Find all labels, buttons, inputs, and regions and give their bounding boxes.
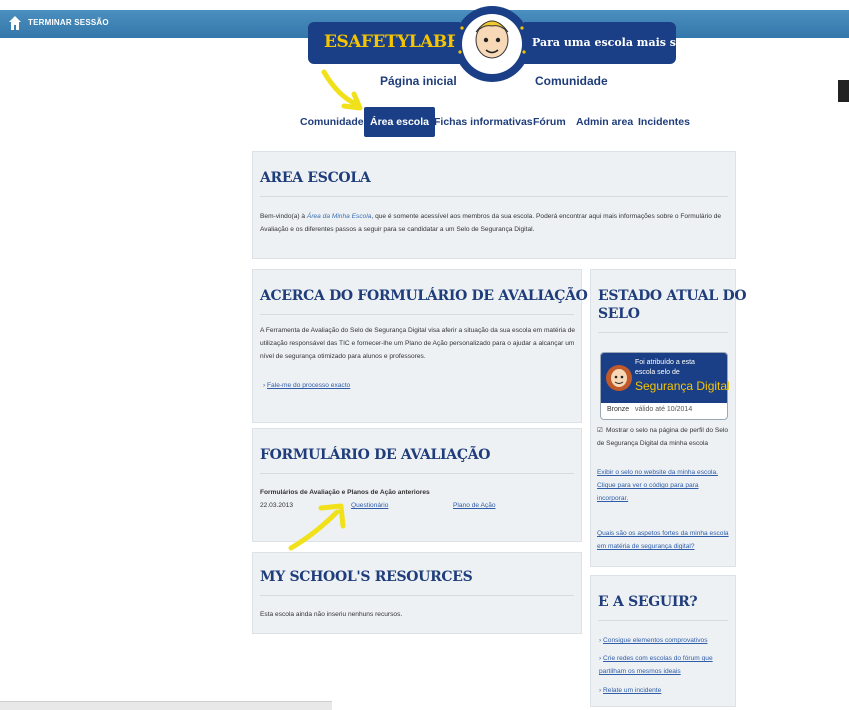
- area-escola-inline-link[interactable]: Área da Minha Escola: [307, 213, 372, 220]
- next-step-label: Crie redes com escolas do fórum que part…: [599, 655, 713, 675]
- acerca-panel: ACERCA DO FORMULÁRIO DE AVALIAÇÃO A Ferr…: [252, 269, 588, 423]
- divider: [260, 473, 574, 474]
- next-step-item[interactable]: › Relate um incidente: [599, 684, 729, 697]
- area-escola-text-a: Bem-vindo(a) à: [260, 213, 307, 220]
- formulario-panel: FORMULÁRIO DE AVALIAÇÃO Formulários de A…: [252, 428, 582, 542]
- badge-line2: escola selo de: [635, 369, 680, 376]
- aspetos-fortes-link[interactable]: Quais são os aspetos fortes da minha esc…: [597, 527, 729, 553]
- nav-forum[interactable]: Fórum: [533, 116, 566, 128]
- codigo-incorporar-link[interactable]: Clique para ver o código para para incor…: [597, 479, 729, 505]
- badge-header: Foi atribuído a esta escola selo de Segu…: [601, 353, 730, 403]
- area-escola-text: Bem-vindo(a) à Área da Minha Escola, que…: [260, 210, 728, 236]
- divider: [260, 314, 574, 315]
- security-label-badge[interactable]: Foi atribuído a esta escola selo de Segu…: [600, 352, 730, 420]
- badge-level: Bronze: [607, 406, 630, 413]
- acerca-link-label: Fale-me do processo exacto: [267, 382, 351, 389]
- scrollbar-edge[interactable]: [838, 80, 849, 102]
- resources-title: MY SCHOOL'S RESOURCES: [260, 569, 473, 585]
- nav-admin-area[interactable]: Admin area: [576, 116, 633, 128]
- questionario-link[interactable]: Questionário: [351, 502, 388, 509]
- nav-comunidade-primary[interactable]: Comunidade: [535, 74, 608, 88]
- acerca-text: A Ferramenta de Avaliação do Selo de Seg…: [260, 327, 576, 360]
- slogan-text: Para uma escola mais segura!: [532, 36, 717, 49]
- esafety-certified-mascot-icon: [454, 6, 530, 82]
- home-icon[interactable]: [8, 15, 22, 31]
- formulario-date: 22.03.2013: [260, 502, 294, 509]
- formulario-title: FORMULÁRIO DE AVALIAÇÃO: [260, 447, 491, 463]
- resources-text: Esta escola ainda não inseriu nenhuns re…: [260, 611, 403, 618]
- next-step-item[interactable]: › Consigue elementos comprovativos: [599, 634, 729, 647]
- next-step-label: Relate um incidente: [603, 687, 662, 694]
- badge-line1: Foi atribuído a esta: [635, 359, 695, 366]
- divider: [260, 595, 574, 596]
- nav-area-escola[interactable]: Área escola: [364, 107, 435, 137]
- mascot-face-icon: [606, 365, 632, 391]
- badge-line3: Segurança Digital: [635, 379, 730, 393]
- annotation-arrow-icon: [321, 69, 363, 111]
- e-a-seguir-title: E A SEGUIR?: [598, 594, 698, 610]
- resources-panel: MY SCHOOL'S RESOURCES Esta escola ainda …: [252, 552, 582, 634]
- divider: [598, 620, 728, 621]
- nav-fichas-informativas[interactable]: Fichas informativas: [434, 116, 533, 128]
- nav-comunidade[interactable]: Comunidade: [300, 116, 364, 128]
- acerca-title: ACERCA DO FORMULÁRIO DE AVALIAÇÃO: [260, 288, 588, 304]
- show-label-text: Mostrar o selo na página de perfil do Se…: [597, 427, 729, 447]
- exibir-selo-link[interactable]: Exibir o selo no website da minha escola…: [597, 466, 729, 479]
- area-escola-title: AREA ESCOLA: [260, 170, 371, 186]
- area-escola-panel: AREA ESCOLA Bem-vindo(a) à Área da Minha…: [252, 151, 736, 259]
- divider: [260, 196, 728, 197]
- next-step-label: Consigue elementos comprovativos: [603, 637, 708, 644]
- slogan-banner: Para uma escola mais segura!: [524, 22, 716, 64]
- logout-link[interactable]: TERMINAR SESSÃO: [28, 18, 109, 27]
- nav-incidentes[interactable]: Incidentes: [638, 116, 690, 128]
- acerca-link[interactable]: › Fale-me do processo exacto: [263, 382, 350, 389]
- estado-title-line2: SELO: [598, 306, 640, 322]
- formulario-subtitle: Formulários de Avaliação e Planos de Açã…: [260, 489, 430, 496]
- badge-validity: válido até 10/2014: [635, 406, 693, 413]
- nav-pagina-inicial[interactable]: Página inicial: [380, 74, 457, 88]
- site-logo-banner[interactable]: ESAFETYLABEL.EU: [308, 22, 503, 64]
- estado-title-line1: ESTADO ATUAL DO: [598, 288, 747, 304]
- e-a-seguir-panel: E A SEGUIR? › Consigue elementos comprov…: [590, 575, 736, 707]
- divider: [598, 332, 728, 333]
- next-step-item[interactable]: › Crie redes com escolas do fórum que pa…: [599, 652, 729, 678]
- plano-de-acao-link[interactable]: Plano de Ação: [453, 502, 496, 509]
